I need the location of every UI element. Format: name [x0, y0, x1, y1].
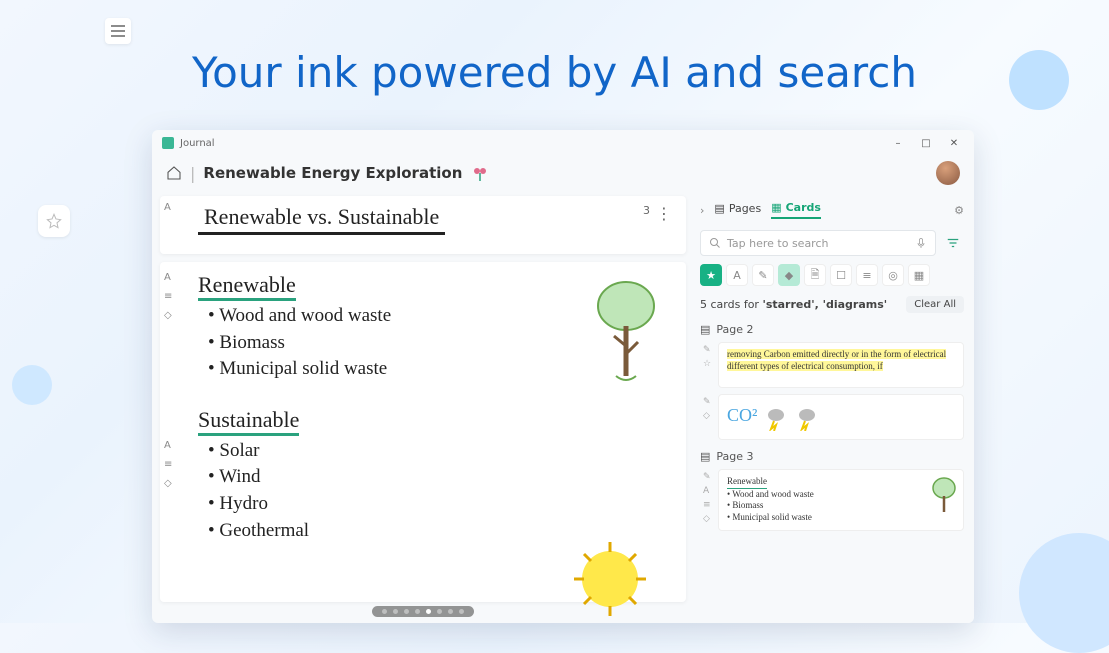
chip-starred[interactable]: ★: [700, 264, 722, 286]
mic-icon[interactable]: [915, 237, 927, 249]
titlebar: Journal – □ ✕: [152, 130, 974, 156]
list-item: Biomass: [208, 330, 648, 357]
journal-title[interactable]: Renewable Energy Exploration: [203, 164, 928, 182]
search-input[interactable]: Tap here to search: [700, 230, 936, 256]
tag-icon[interactable]: ◇: [164, 310, 172, 321]
card-gutter: A ≡ ◇: [164, 272, 172, 321]
page-icon: ▤: [700, 450, 710, 463]
clear-all-button[interactable]: Clear All: [906, 296, 964, 313]
chip-image[interactable]: ◎: [882, 264, 904, 286]
card-gutter: A ≡ ◇: [164, 440, 172, 489]
sun-drawing-icon: [550, 534, 660, 623]
list-item: Solar: [208, 438, 648, 465]
note-title: Renewable vs. Sustainable: [198, 204, 445, 235]
list-item: Hydro: [208, 491, 648, 518]
text-icon[interactable]: A: [164, 202, 171, 213]
text-icon[interactable]: A: [164, 440, 172, 451]
note-body-card[interactable]: A ≡ ◇ A ≡ ◇ Renewable Wood and wood wast…: [160, 262, 686, 602]
text-icon: A: [703, 486, 711, 496]
tab-pages[interactable]: ▤ Pages: [714, 202, 761, 218]
search-icon: [709, 237, 721, 249]
thumb-heading: Renewable: [727, 476, 767, 489]
list-item: Municipal solid waste: [208, 356, 648, 383]
list-icon[interactable]: ≡: [164, 459, 172, 470]
window-minimize-button[interactable]: –: [884, 133, 912, 153]
section-heading-sustainable: Sustainable: [198, 407, 299, 436]
search-placeholder: Tap here to search: [727, 237, 828, 250]
tag-icon: ◇: [703, 514, 711, 524]
tree-drawing-icon: [929, 476, 959, 516]
card-thumbnail[interactable]: ✎☆ removing Carbon emitted directly or i…: [718, 342, 964, 388]
page-count-badge: 3: [643, 204, 650, 217]
pages-icon: ▤: [714, 202, 724, 215]
chip-calendar[interactable]: ▦: [908, 264, 930, 286]
home-icon[interactable]: [166, 165, 182, 181]
pen-icon: ✎: [703, 397, 711, 407]
chip-list[interactable]: ≡: [856, 264, 878, 286]
chip-doc[interactable]: 🗎: [804, 264, 826, 286]
page-group-label[interactable]: ▤ Page 2: [700, 323, 964, 336]
chip-text[interactable]: A: [726, 264, 748, 286]
chip-pen[interactable]: ✎: [752, 264, 774, 286]
renewable-list: Wood and wood waste Biomass Municipal so…: [208, 303, 648, 383]
sustainable-list: Solar Wind Hydro Geothermal: [208, 438, 648, 544]
star-icon: ☆: [703, 359, 711, 369]
marketing-headline: Your ink powered by AI and search: [0, 48, 1109, 97]
tag-icon[interactable]: ◇: [164, 478, 172, 489]
app-icon: [162, 137, 174, 149]
list-icon: ≡: [703, 500, 711, 510]
collapse-chevron-icon[interactable]: ›: [700, 204, 704, 217]
text-icon[interactable]: A: [164, 272, 172, 283]
card-thumbnail[interactable]: ✎◇ CO²: [718, 394, 964, 440]
hamburger-button[interactable]: [105, 18, 131, 44]
filter-button[interactable]: [942, 230, 964, 256]
card-gutter: A: [164, 202, 171, 213]
card-thumbnail[interactable]: ✎A≡◇ Renewable • Wood and wood waste • B…: [718, 469, 964, 531]
storm-cloud-icon: [797, 407, 825, 431]
chip-note[interactable]: ☐: [830, 264, 852, 286]
pen-icon: ✎: [703, 472, 711, 482]
app-name: Journal: [180, 138, 215, 149]
co2-text: CO²: [727, 405, 757, 426]
cards-icon: ▦: [771, 201, 781, 214]
section-heading-renewable: Renewable: [198, 272, 296, 301]
tag-icon: ◇: [703, 411, 711, 421]
note-title-card[interactable]: A 3 ⋮ Renewable vs. Sustainable: [160, 196, 686, 254]
chip-shape[interactable]: ◆: [778, 264, 800, 286]
user-avatar[interactable]: [936, 161, 960, 185]
list-item: Wind: [208, 464, 648, 491]
window-maximize-button[interactable]: □: [912, 133, 940, 153]
tree-drawing-icon: [586, 276, 666, 396]
favorite-star-button[interactable]: [38, 205, 70, 237]
pen-icon: ✎: [703, 345, 711, 355]
side-panel: › ▤ Pages ▦ Cards ⚙ Tap here to search: [694, 190, 974, 623]
window-close-button[interactable]: ✕: [940, 133, 968, 153]
header-row: | Renewable Energy Exploration: [152, 156, 974, 190]
breadcrumb-divider: |: [190, 164, 195, 183]
page-icon: ▤: [700, 323, 710, 336]
panel-settings-icon[interactable]: ⚙: [954, 204, 964, 217]
page-indicator[interactable]: [372, 606, 474, 617]
flower-emoji-icon: [472, 166, 488, 182]
results-summary: 5 cards for 'starred', 'diagrams': [700, 298, 887, 311]
filter-chip-row: ★ A ✎ ◆ 🗎 ☐ ≡ ◎ ▦: [700, 264, 964, 286]
list-item: Wood and wood waste: [208, 303, 648, 330]
page-group-label[interactable]: ▤ Page 3: [700, 450, 964, 463]
card-more-icon[interactable]: ⋮: [656, 204, 672, 223]
canvas-area: A 3 ⋮ Renewable vs. Sustainable A ≡ ◇ A …: [152, 190, 694, 623]
storm-cloud-icon: [766, 407, 794, 431]
list-icon[interactable]: ≡: [164, 291, 172, 302]
app-window: Journal – □ ✕ | Renewable Energy Explora…: [152, 130, 974, 623]
tab-cards[interactable]: ▦ Cards: [771, 201, 821, 219]
highlighted-text: removing Carbon emitted directly or in t…: [727, 349, 946, 371]
